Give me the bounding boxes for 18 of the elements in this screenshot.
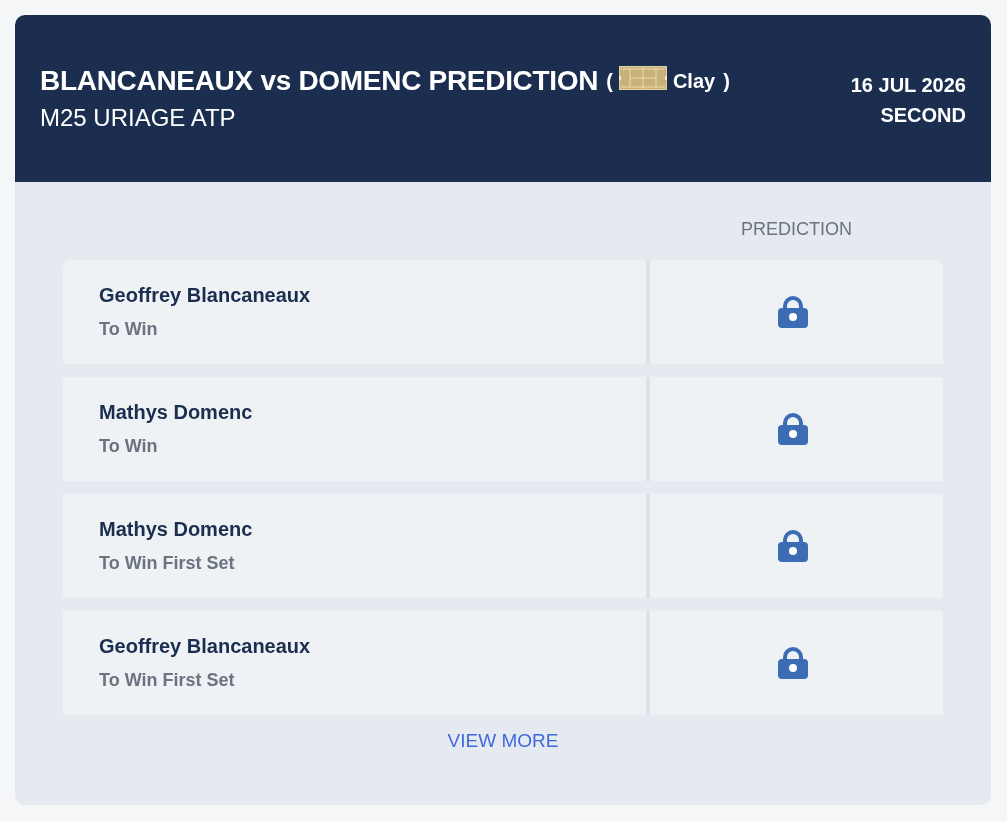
player-name: Mathys Domenc	[99, 517, 254, 541]
clay-court-icon	[618, 66, 667, 90]
match-date: 16 JUL 2026	[850, 73, 966, 98]
market-label: To Win	[99, 435, 159, 458]
player-name: Geoffrey Blancaneaux	[99, 283, 312, 307]
market-label: To Win	[99, 318, 159, 341]
bracket-text: (	[606, 69, 613, 93]
player-name: Mathys Domenc	[99, 400, 254, 424]
bracket-text: )	[723, 69, 730, 93]
market-label: To Win First Set	[99, 552, 236, 575]
surface-label: Clay	[672, 69, 716, 93]
match-round: SECOND	[880, 103, 966, 128]
tournament-name: M25 URIAGE ATP	[40, 104, 237, 132]
column-header: PREDICTION	[741, 218, 852, 241]
match-title: BLANCANEAUX vs DOMENC PREDICTION	[40, 65, 599, 97]
view-more-link[interactable]: VIEW MORE	[447, 729, 559, 753]
market-label: To Win First Set	[99, 669, 236, 692]
player-name: Geoffrey Blancaneaux	[99, 634, 312, 658]
